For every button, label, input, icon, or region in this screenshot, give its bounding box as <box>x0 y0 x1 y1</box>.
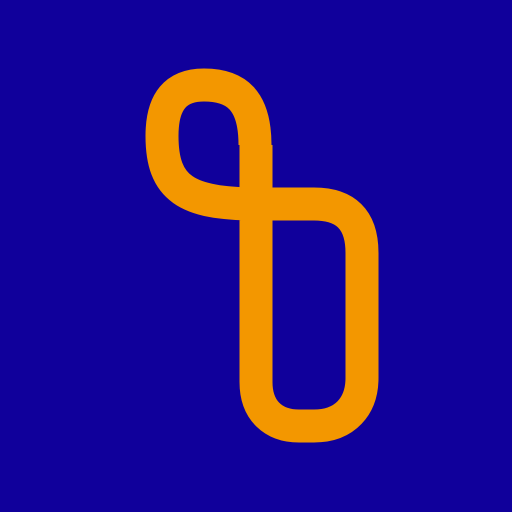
logo-stroke-path <box>145 68 379 443</box>
logo-canvas <box>0 0 512 512</box>
looped-ribbon-logo-icon <box>145 68 379 443</box>
